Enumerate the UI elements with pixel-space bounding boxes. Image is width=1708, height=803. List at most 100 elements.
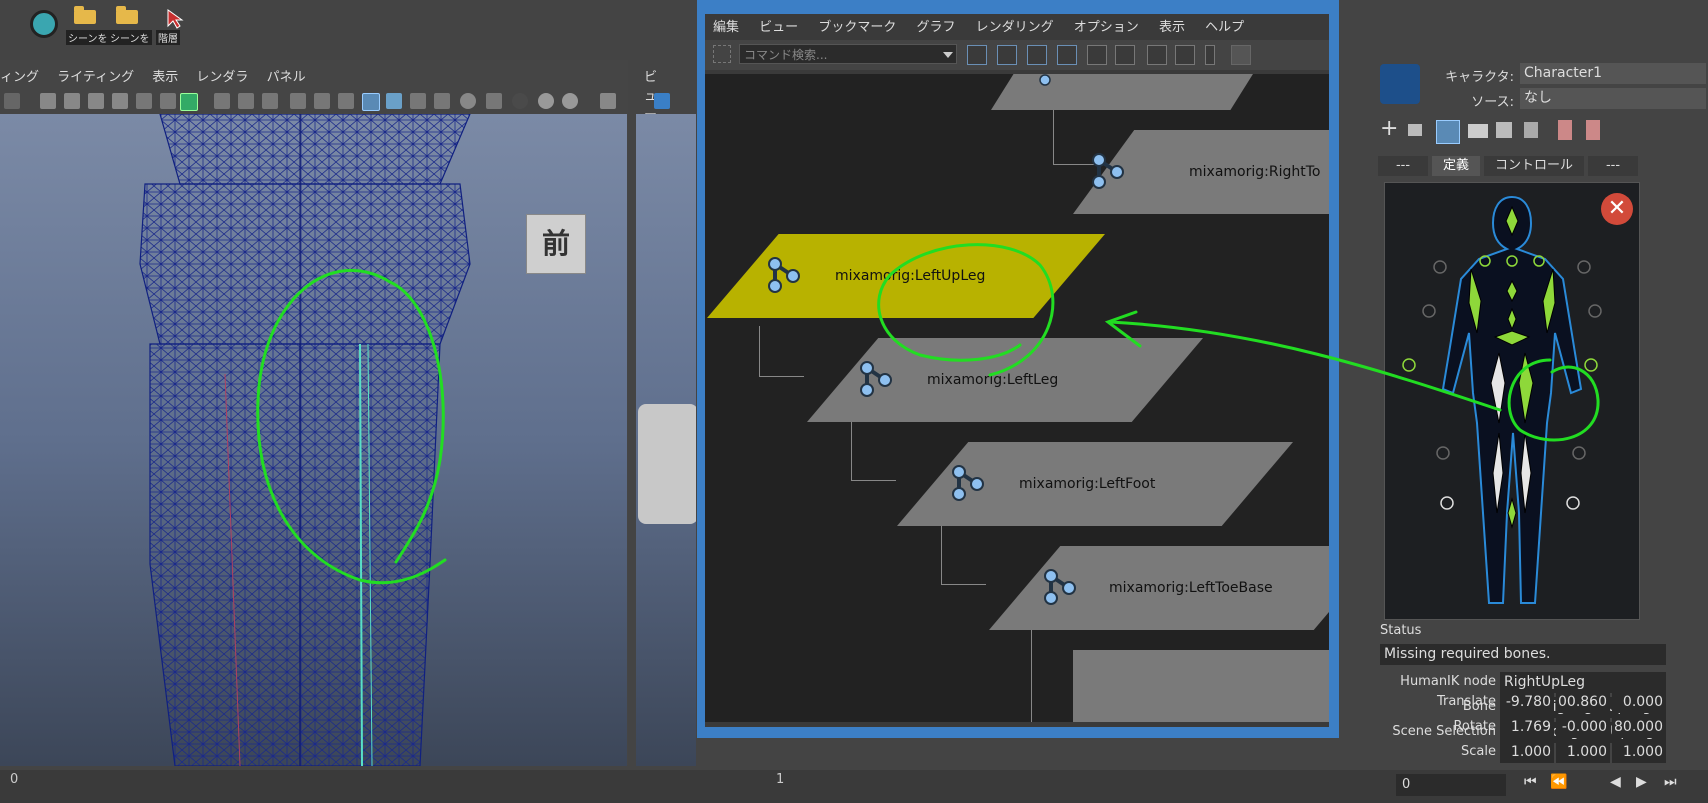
current-frame-field[interactable]: 0: [1396, 774, 1506, 796]
output-connections-icon[interactable]: [1115, 45, 1135, 65]
pencil-icon[interactable]: [180, 93, 198, 111]
antialiasing-icon[interactable]: [562, 93, 578, 109]
lock-icon[interactable]: [1408, 124, 1422, 136]
menu-item-panels[interactable]: パネル: [267, 70, 306, 85]
isolate-select-icon[interactable]: [600, 93, 616, 109]
ambient-occlusion-icon[interactable]: [538, 93, 554, 109]
menu-graph[interactable]: グラフ: [916, 20, 955, 35]
menu-help[interactable]: ヘルプ: [1205, 20, 1244, 35]
select-icon[interactable]: [713, 45, 731, 63]
add-icon[interactable]: +: [1380, 116, 1398, 141]
step-back-icon[interactable]: ⏪: [1550, 774, 1567, 790]
camera-lock-icon[interactable]: [64, 93, 80, 109]
resolution-gate-icon[interactable]: [262, 93, 278, 109]
menu-bookmarks[interactable]: ブックマーク: [818, 20, 896, 35]
connected-view-icon[interactable]: [1057, 45, 1077, 65]
attribute-view-icon[interactable]: [1027, 45, 1047, 65]
menu-options[interactable]: オプション: [1074, 20, 1139, 35]
rotate-y[interactable]: -0.000: [1556, 717, 1610, 738]
tab-controls[interactable]: コントロール: [1484, 156, 1584, 176]
rotate-z[interactable]: 80.000: [1612, 717, 1666, 738]
node-partial-bottom[interactable]: [1073, 650, 1329, 722]
edit-node-icon[interactable]: [1175, 45, 1195, 65]
source-select[interactable]: なし: [1520, 88, 1706, 109]
command-search-input[interactable]: コマンド検索...: [739, 44, 957, 64]
grid-icon[interactable]: [214, 93, 230, 109]
open-scene-button-2[interactable]: シーンを: [108, 4, 152, 45]
text-icon[interactable]: [338, 93, 354, 109]
chevron-down-icon[interactable]: [943, 52, 953, 58]
scale-y[interactable]: 1.000: [1556, 742, 1610, 763]
add-node-icon[interactable]: [1147, 45, 1167, 65]
tab-placeholder-2[interactable]: ---: [1588, 156, 1638, 176]
scale-x[interactable]: 1.000: [1500, 742, 1554, 763]
source-label: ソース:: [1471, 95, 1514, 110]
scale-z[interactable]: 1.000: [1612, 742, 1666, 763]
open-scene-button-1[interactable]: シーンを: [66, 4, 110, 45]
view-cube[interactable]: 前: [526, 214, 586, 274]
go-to-end-icon[interactable]: ⏭: [1664, 774, 1677, 790]
model-preview: [638, 404, 696, 524]
camera-icon[interactable]: [4, 93, 20, 109]
joint-icon: [1044, 569, 1076, 605]
menu-item-renderer[interactable]: レンダラ: [196, 70, 248, 85]
field-chart-icon[interactable]: [314, 93, 330, 109]
translate-y[interactable]: 00.860: [1556, 692, 1610, 713]
menu-show[interactable]: 表示: [1159, 20, 1185, 35]
node-graph[interactable]: mixamorig:RightTo mixamorig:LeftUpLeg mi…: [705, 74, 1329, 722]
xray-icon[interactable]: [434, 93, 450, 109]
shelf-button-label: シーンを: [66, 30, 110, 45]
pose-icon[interactable]: [1586, 120, 1600, 140]
bookmark-icon[interactable]: [88, 93, 104, 109]
smooth-shade-icon[interactable]: [386, 93, 402, 109]
wireframe-on-shaded-icon[interactable]: [410, 93, 426, 109]
input-connections-icon[interactable]: [1087, 45, 1107, 65]
play-forward-icon[interactable]: ▶: [1636, 774, 1647, 790]
skeleton-icon[interactable]: [1436, 120, 1460, 144]
menu-edit[interactable]: 編集: [713, 20, 739, 35]
humanik-logo-icon[interactable]: [1380, 64, 1420, 104]
textured-icon[interactable]: [486, 93, 502, 109]
safe-area-icon[interactable]: [290, 93, 306, 109]
timeline[interactable]: 0 1 0 ⏮ ⏪ ◀ ▶ ⏭: [0, 770, 1708, 803]
scene-icon-button[interactable]: [26, 4, 68, 44]
front-viewport[interactable]: 前: [0, 114, 627, 766]
character-definition-figure[interactable]: ✕: [1384, 182, 1640, 620]
translate-z[interactable]: 0.000: [1612, 692, 1666, 713]
delete-icon[interactable]: [1524, 122, 1538, 138]
transform-icon[interactable]: [160, 93, 176, 109]
collapse-icon[interactable]: [997, 45, 1017, 65]
mirror-icon[interactable]: [1558, 120, 1572, 140]
text-view-icon[interactable]: [654, 93, 670, 109]
menu-item-lighting[interactable]: ライティング: [57, 70, 134, 85]
scale-label: Scale: [1461, 744, 1496, 759]
wireframe-icon[interactable]: [362, 93, 380, 111]
close-icon[interactable]: ✕: [1601, 193, 1633, 225]
tab-definition[interactable]: 定義: [1432, 156, 1480, 176]
side-viewport[interactable]: [636, 114, 696, 766]
camera-settings-icon[interactable]: [40, 93, 56, 109]
go-to-start-icon[interactable]: ⏮: [1524, 774, 1537, 790]
disabled-tool-icon[interactable]: [1231, 45, 1251, 65]
pin-icon[interactable]: [136, 93, 152, 109]
film-gate-icon[interactable]: [238, 93, 254, 109]
more-options-icon[interactable]: [1205, 45, 1215, 65]
hierarchy-button[interactable]: 階層: [156, 4, 198, 45]
viewport-menu: ィング ライティング 表示 レンダラ パネル: [0, 66, 320, 86]
menu-rendering[interactable]: レンダリング: [976, 20, 1054, 35]
joint-icon: [1039, 74, 1051, 86]
lighting-icon[interactable]: [460, 93, 476, 109]
save-icon[interactable]: [1496, 122, 1512, 138]
character-select[interactable]: Character1: [1520, 63, 1706, 84]
rotate-x[interactable]: 1.769: [1500, 717, 1554, 738]
menu-item-show[interactable]: 表示: [152, 70, 178, 85]
tab-placeholder-1[interactable]: ---: [1378, 156, 1428, 176]
shadows-icon[interactable]: [512, 93, 528, 109]
menu-view[interactable]: ビュー: [759, 20, 798, 35]
open-folder-icon[interactable]: [1468, 124, 1488, 138]
menu-item-shading[interactable]: ィング: [0, 70, 39, 85]
graph-layout-icon[interactable]: [967, 45, 987, 65]
translate-x[interactable]: -9.780: [1500, 692, 1554, 713]
play-backward-icon[interactable]: ◀: [1610, 774, 1621, 790]
image-plane-icon[interactable]: [112, 93, 128, 109]
